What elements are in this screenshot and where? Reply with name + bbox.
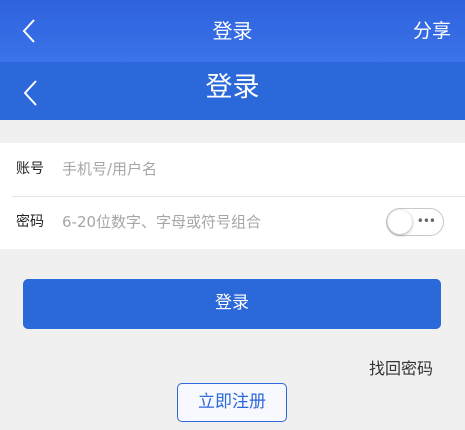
login-page: 登录 分享 登录 账号 密码 ••• 登录 找回密码 立即注册 bbox=[0, 0, 465, 430]
password-input[interactable] bbox=[62, 208, 362, 236]
password-row: 密码 ••• bbox=[0, 196, 465, 249]
more-dots-icon: ••• bbox=[416, 214, 436, 228]
toggle-knob bbox=[388, 210, 412, 234]
account-input[interactable] bbox=[62, 155, 362, 183]
outer-nav-bar: 登录 分享 bbox=[0, 0, 465, 62]
forgot-password-link[interactable]: 找回密码 bbox=[369, 356, 433, 382]
inner-page-title: 登录 bbox=[205, 72, 260, 103]
login-button[interactable]: 登录 bbox=[23, 279, 441, 329]
login-form: 账号 密码 ••• bbox=[0, 143, 465, 249]
register-button[interactable]: 立即注册 bbox=[177, 383, 287, 422]
password-visibility-toggle[interactable]: ••• bbox=[386, 208, 444, 236]
password-label: 密码 bbox=[16, 214, 44, 230]
account-label: 账号 bbox=[16, 161, 44, 177]
outer-page-title: 登录 bbox=[212, 19, 253, 43]
inner-nav-bar: 登录 bbox=[0, 62, 465, 120]
account-row: 账号 bbox=[0, 143, 465, 196]
share-button[interactable]: 分享 bbox=[413, 0, 451, 62]
